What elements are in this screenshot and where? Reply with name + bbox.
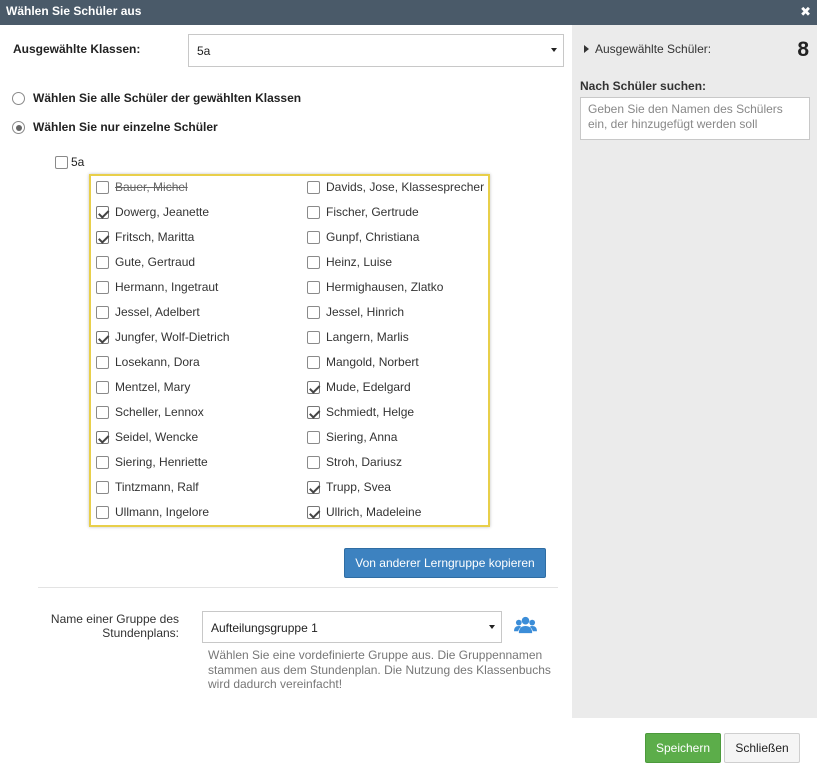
chevron-down-icon (489, 625, 495, 629)
student-name: Fischer, Gertrude (326, 205, 419, 219)
student-name: Jessel, Hinrich (326, 305, 405, 319)
student-name: Gute, Gertraud (115, 255, 196, 269)
student-checkbox[interactable] (307, 206, 320, 219)
radio-all-students-label: Wählen Sie alle Schüler der gewählten Kl… (33, 91, 302, 105)
student-name: Ullmann, Ingelore (115, 505, 210, 519)
student-checkbox[interactable] (96, 481, 109, 494)
student-checkbox[interactable] (96, 381, 109, 394)
radio-single-students-label: Wählen Sie nur einzelne Schüler (33, 120, 218, 134)
student-checkbox[interactable] (307, 356, 320, 369)
classes-select-value: 5a (197, 44, 211, 58)
search-label: Nach Schüler suchen: (580, 79, 707, 93)
student-name: Siering, Anna (326, 430, 398, 444)
student-name: Heinz, Luise (326, 255, 393, 269)
chevron-down-icon (551, 48, 557, 52)
student-checkbox[interactable] (96, 456, 109, 469)
student-checkbox[interactable] (96, 181, 109, 194)
student-checkbox[interactable] (96, 231, 109, 244)
close-icon[interactable]: ✖ (800, 0, 811, 23)
caret-right-icon (584, 45, 589, 53)
student-name: Dowerg, Jeanette (115, 205, 210, 219)
student-checkbox[interactable] (96, 256, 109, 269)
student-checkbox[interactable] (307, 331, 320, 344)
group-select-value: Aufteilungsgruppe 1 (211, 621, 318, 635)
student-checkbox[interactable] (307, 481, 320, 494)
close-button[interactable]: Schließen (724, 733, 800, 763)
radio-single-students[interactable]: Wählen Sie nur einzelne Schüler (12, 119, 252, 135)
class-checkbox[interactable] (55, 156, 68, 169)
student-name: Gunpf, Christiana (326, 230, 420, 244)
student-checkbox[interactable] (96, 331, 109, 344)
radio-button[interactable] (12, 92, 25, 105)
dialog-title: Wählen Sie Schüler aus (6, 4, 142, 18)
student-checkbox[interactable] (96, 406, 109, 419)
student-checkbox[interactable] (96, 306, 109, 319)
student-name: Davids, Jose, Klassesprecher (326, 180, 485, 194)
student-name: Seidel, Wencke (115, 430, 199, 444)
student-name: Fritsch, Maritta (115, 230, 195, 244)
student-checkbox[interactable] (96, 506, 109, 519)
copy-from-group-button[interactable]: Von anderer Lerngruppe kopieren (344, 548, 546, 578)
student-name: Mangold, Norbert (326, 355, 419, 369)
student-name: Ullrich, Madeleine (326, 505, 422, 519)
student-list: Bauer, Michel Dowerg, Jeanette Fritsch, Ma… (89, 174, 490, 527)
student-name: Tintzmann, Ralf (115, 480, 199, 494)
student-search-input[interactable] (580, 97, 810, 140)
radio-all-students[interactable]: Wählen Sie alle Schüler der gewählten Kl… (12, 90, 332, 106)
student-name: Scheller, Lennox (115, 405, 204, 419)
student-checkbox[interactable] (307, 181, 320, 194)
student-checkbox[interactable] (96, 281, 109, 294)
save-button[interactable]: Speichern (645, 733, 721, 763)
student-checkbox[interactable] (307, 306, 320, 319)
student-name: Stroh, Dariusz (326, 455, 403, 469)
class-checkbox-label: 5a (71, 155, 85, 169)
group-label: Name einer Gruppe des Stundenplans: (50, 612, 179, 640)
student-checkbox[interactable] (96, 356, 109, 369)
classes-label: Ausgewählte Klassen: (13, 42, 141, 56)
student-checkbox[interactable] (307, 506, 320, 519)
selected-students-panel: Ausgewählte Schüler: 8 Nach Schüler such… (572, 25, 817, 718)
student-name: Mude, Edelgard (326, 380, 411, 394)
student-name: Bauer, Michel (115, 180, 188, 194)
student-name: Hermann, Ingetraut (115, 280, 219, 294)
classes-select[interactable]: 5a (188, 34, 564, 67)
student-name: Langern, Marlis (326, 330, 409, 344)
student-name: Schmiedt, Helge (326, 405, 415, 419)
group-hint: Wählen Sie eine vordefinierte Gruppe aus… (208, 648, 551, 691)
student-checkbox[interactable] (96, 431, 109, 444)
student-checkbox[interactable] (307, 281, 320, 294)
divider (38, 587, 558, 588)
student-checkbox[interactable] (307, 406, 320, 419)
users-icon[interactable] (514, 615, 537, 636)
student-checkbox[interactable] (307, 231, 320, 244)
student-name: Jessel, Adelbert (115, 305, 200, 319)
student-checkbox[interactable] (307, 381, 320, 394)
radio-button[interactable] (12, 121, 25, 134)
student-name: Jungfer, Wolf-Dietrich (115, 330, 230, 344)
student-checkbox[interactable] (307, 456, 320, 469)
student-checkbox[interactable] (96, 206, 109, 219)
student-name: Trupp, Svea (326, 480, 391, 494)
student-checkbox[interactable] (307, 431, 320, 444)
selected-students-toggle[interactable]: Ausgewählte Schüler: 8 (584, 38, 811, 61)
student-name: Losekann, Dora (115, 355, 200, 369)
student-checkbox[interactable] (307, 256, 320, 269)
student-name: Mentzel, Mary (115, 380, 191, 394)
student-name: Siering, Henriette (115, 455, 208, 469)
group-select[interactable]: Aufteilungsgruppe 1 (202, 611, 502, 643)
selected-students-label: Ausgewählte Schüler: (595, 42, 712, 56)
dialog-titlebar: Wählen Sie Schüler aus ✖ (0, 0, 817, 25)
student-name: Hermighausen, Zlatko (326, 280, 444, 294)
selected-students-count: 8 (797, 38, 809, 61)
